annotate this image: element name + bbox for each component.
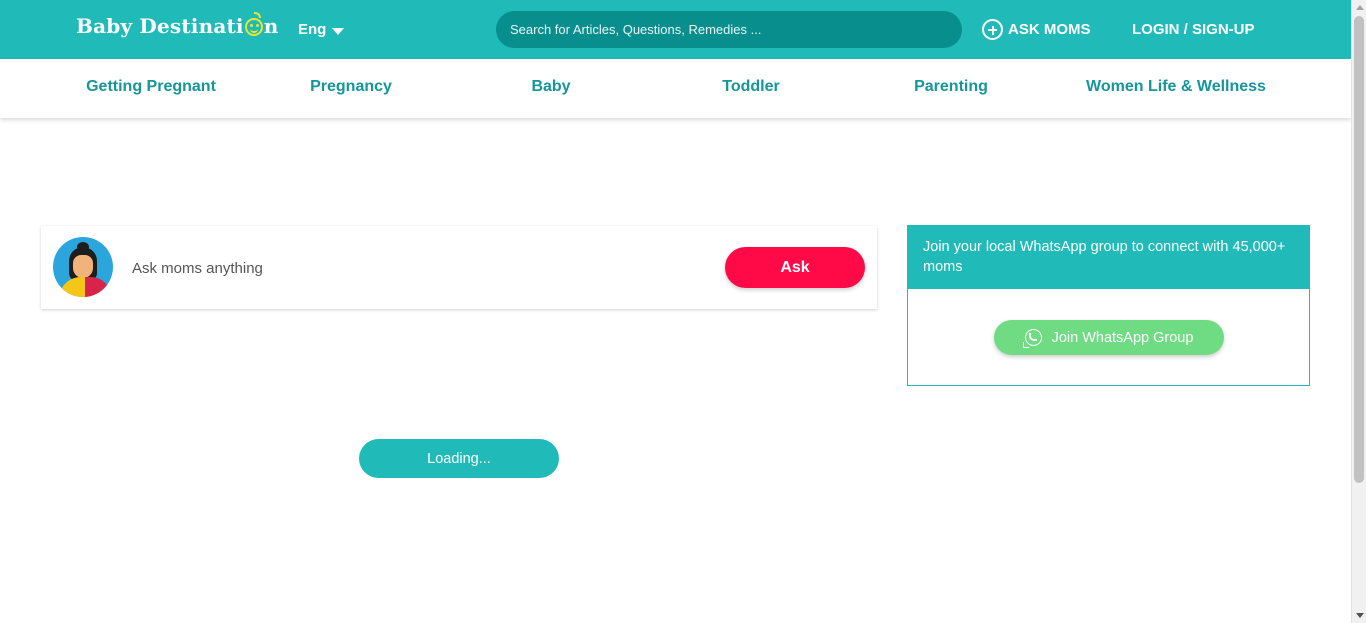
scroll-up-arrow-icon[interactable] xyxy=(1356,5,1364,10)
loading-indicator: Loading... xyxy=(359,439,559,478)
nav-parenting[interactable]: Parenting xyxy=(914,78,988,96)
whatsapp-icon xyxy=(1022,329,1042,348)
nav-baby[interactable]: Baby xyxy=(531,78,570,96)
ask-question-input[interactable]: Ask moms anything xyxy=(132,260,263,277)
site-logo[interactable]: Baby Destinati n xyxy=(76,12,279,38)
language-label: Eng xyxy=(298,21,327,38)
logo-text: Baby Destinati xyxy=(76,14,244,38)
nav-toddler[interactable]: Toddler xyxy=(722,78,779,96)
scrollbar-thumb[interactable] xyxy=(1354,16,1364,483)
login-signup-link[interactable]: LOGIN / SIGN-UP xyxy=(1132,21,1255,38)
join-whatsapp-label: Join WhatsApp Group xyxy=(1051,329,1194,346)
ask-question-card: Ask moms anything Ask xyxy=(41,226,877,309)
caret-down-icon xyxy=(332,27,345,35)
avatar-face xyxy=(73,255,93,278)
top-header: Baby Destinati n Eng ASK MOMS LOGIN / SIG… xyxy=(0,0,1351,59)
avatar-sari xyxy=(85,277,111,297)
logo-text-end: n xyxy=(263,14,279,38)
ask-moms-label: ASK MOMS xyxy=(1008,21,1091,38)
avatar xyxy=(53,237,113,297)
whatsapp-widget: Join your local WhatsApp group to connec… xyxy=(907,225,1310,386)
logo-smiley-icon xyxy=(244,12,263,36)
logo-sprig-icon xyxy=(253,12,261,18)
language-selector[interactable]: Eng xyxy=(298,21,345,38)
nav-getting-pregnant[interactable]: Getting Pregnant xyxy=(86,78,216,96)
whatsapp-widget-heading: Join your local WhatsApp group to connec… xyxy=(908,226,1309,289)
ask-moms-link[interactable]: ASK MOMS xyxy=(982,19,1091,40)
scroll-down-arrow-icon[interactable] xyxy=(1356,613,1364,618)
nav-pregnancy[interactable]: Pregnancy xyxy=(310,78,392,96)
join-whatsapp-button[interactable]: Join WhatsApp Group xyxy=(994,320,1224,355)
category-nav: Getting Pregnant Pregnancy Baby Toddler … xyxy=(0,59,1351,118)
search-input[interactable] xyxy=(496,11,962,48)
vertical-scrollbar[interactable] xyxy=(1351,0,1366,623)
page: Baby Destinati n Eng ASK MOMS LOGIN / SIG… xyxy=(0,0,1366,623)
nav-women-life-wellness[interactable]: Women Life & Wellness xyxy=(1086,78,1266,96)
plus-circle-icon xyxy=(982,19,1003,40)
ask-button[interactable]: Ask xyxy=(725,247,865,288)
